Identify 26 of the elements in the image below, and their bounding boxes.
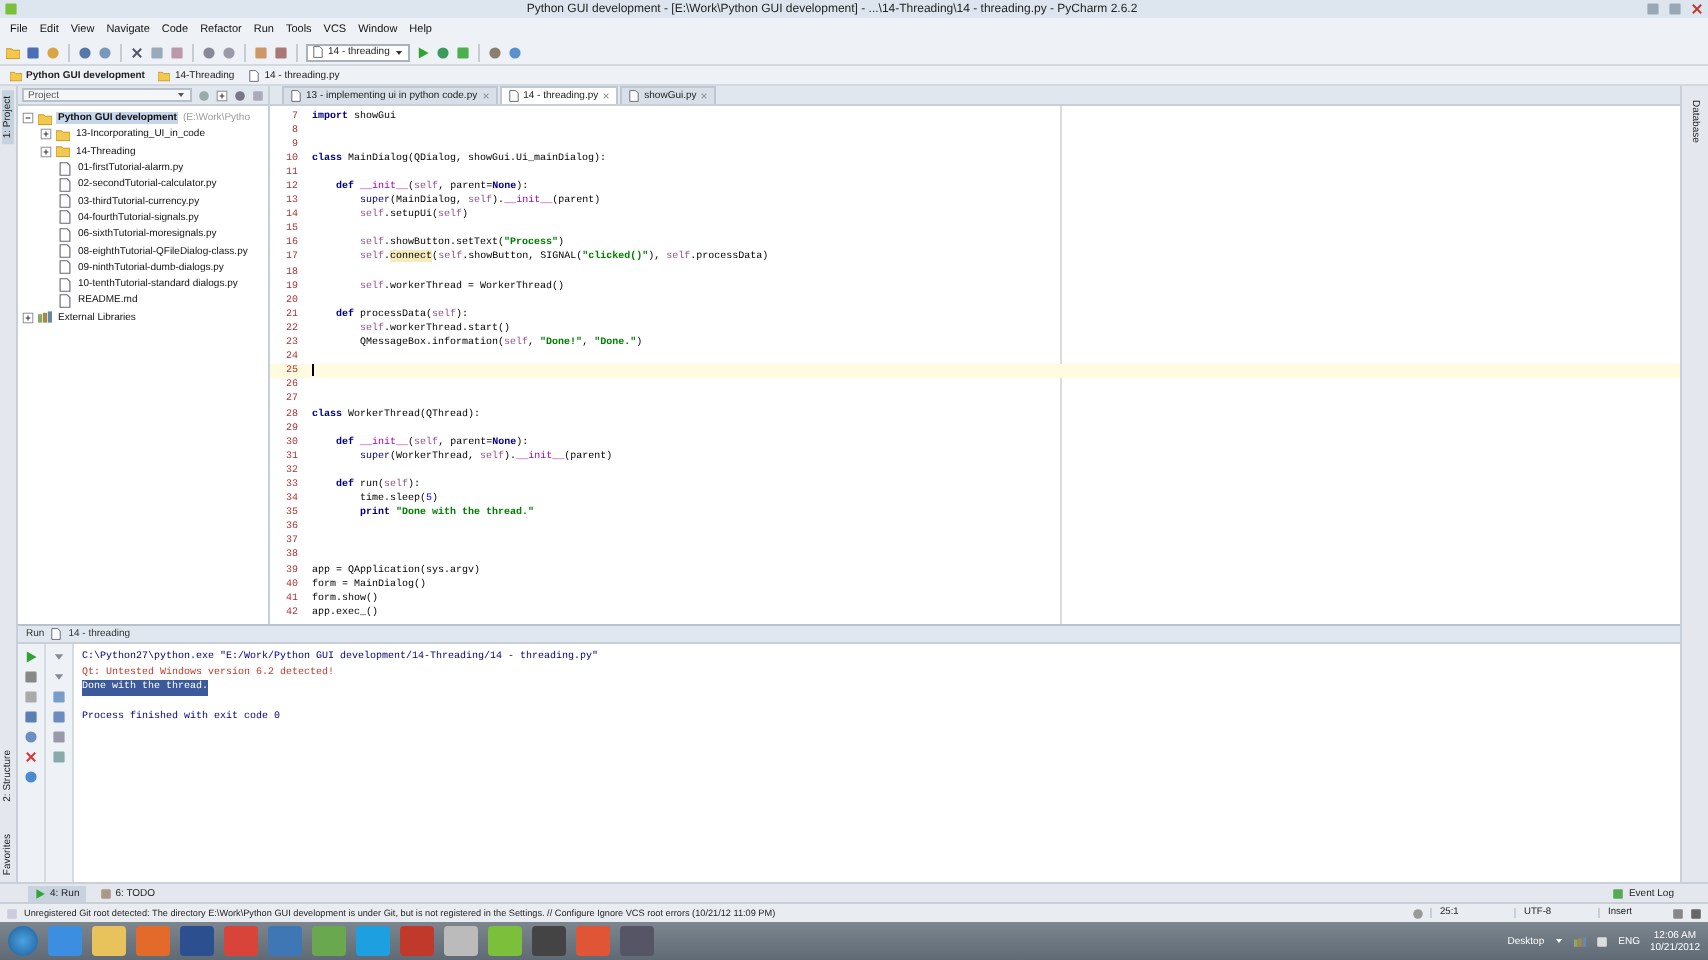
cut-icon[interactable] bbox=[130, 45, 144, 59]
file-icon bbox=[58, 293, 72, 308]
tray-icon[interactable] bbox=[1554, 936, 1565, 946]
rerun-icon[interactable] bbox=[24, 650, 38, 664]
open-folder-icon[interactable] bbox=[6, 45, 20, 59]
close-icon[interactable] bbox=[24, 750, 38, 764]
python-file-icon bbox=[290, 90, 302, 102]
text-caret bbox=[312, 364, 314, 377]
python-file-icon bbox=[312, 46, 324, 58]
stop-icon[interactable] bbox=[24, 670, 38, 684]
python-file-icon bbox=[628, 90, 641, 102]
expand-icon[interactable] bbox=[40, 145, 52, 158]
close-icon[interactable] bbox=[1690, 2, 1704, 16]
run-icon[interactable] bbox=[415, 45, 430, 59]
down-arrow-icon[interactable] bbox=[52, 670, 66, 684]
status-square-icon[interactable] bbox=[6, 907, 18, 919]
expand-icon[interactable] bbox=[22, 311, 34, 324]
start-orb-icon[interactable] bbox=[8, 926, 38, 956]
caret-icon bbox=[393, 47, 404, 57]
expand-icon[interactable] bbox=[40, 128, 52, 141]
network-icon[interactable] bbox=[1574, 935, 1587, 947]
library-icon bbox=[38, 310, 52, 325]
app-logo-icon bbox=[4, 2, 18, 16]
python-file-icon bbox=[507, 90, 520, 102]
collapse-icon[interactable] bbox=[22, 112, 34, 125]
caret-icon bbox=[176, 90, 186, 100]
